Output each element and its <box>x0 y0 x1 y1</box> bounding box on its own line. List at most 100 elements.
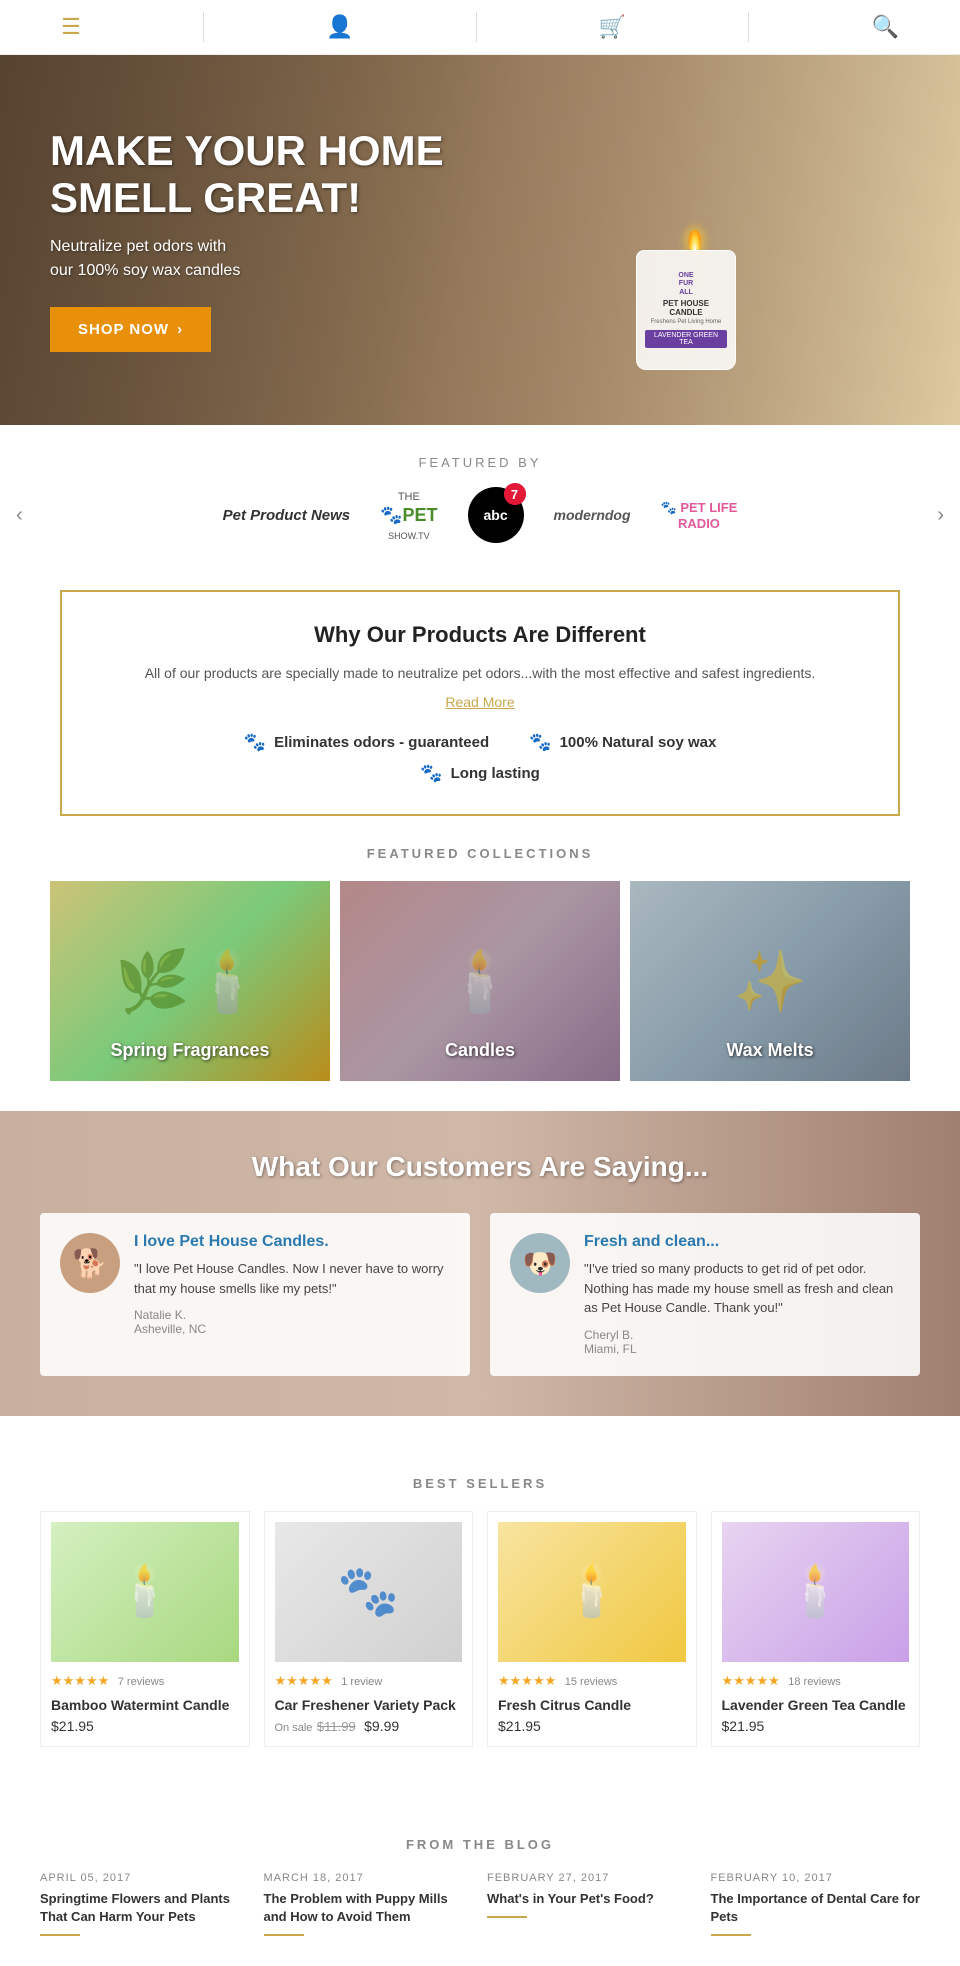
product-price-3: $21.95 <box>498 1718 686 1734</box>
testimonial-title-2: Fresh and clean... <box>584 1233 900 1251</box>
hero-title: MAKE YOUR HOME SMELL GREAT! <box>50 128 478 220</box>
paw-icon-2: 🐾 <box>529 732 551 753</box>
blog-card-4[interactable]: FEBRUARY 10, 2017 The Importance of Dent… <box>711 1872 921 1936</box>
product-rating-2: ★★★★★ 1 review <box>275 1672 463 1690</box>
logos-row: Pet Product News THE 🐾PET SHOW.TV abc 7 … <box>39 490 922 540</box>
product-price-4: $21.95 <box>722 1718 910 1734</box>
featured-by-label: FEATURED BY <box>0 455 960 470</box>
hero-subtitle: Neutralize pet odors withour 100% soy wa… <box>50 235 478 283</box>
collection-candles-label: Candles <box>340 1040 620 1061</box>
product-name-2: Car Freshener Variety Pack <box>275 1696 463 1714</box>
collection-spring-label: Spring Fragrances <box>50 1040 330 1061</box>
product-name-1: Bamboo Watermint Candle <box>51 1696 239 1714</box>
blog-divider-2 <box>264 1934 304 1936</box>
product-name-4: Lavender Green Tea Candle <box>722 1696 910 1714</box>
header-divider-3 <box>748 12 749 42</box>
why-feature-2: 🐾 100% Natural soy wax <box>529 732 716 753</box>
best-sellers-section: BEST SELLERS 🕯️ ★★★★★ 7 reviews Bamboo W… <box>0 1416 960 1777</box>
read-more-link[interactable]: Read More <box>445 694 514 710</box>
collections-grid: 🌿🕯️ Spring Fragrances 🕯️ Candles ✨ Wax M… <box>0 881 960 1081</box>
why-feature-3: 🐾 Long lasting <box>420 763 540 784</box>
testimonial-content-1: I love Pet House Candles. "I love Pet Ho… <box>134 1233 450 1356</box>
collection-spring[interactable]: 🌿🕯️ Spring Fragrances <box>50 881 330 1081</box>
account-icon[interactable]: 👤 <box>326 14 353 40</box>
blog-date-4: FEBRUARY 10, 2017 <box>711 1872 921 1884</box>
product-card-1[interactable]: 🕯️ ★★★★★ 7 reviews Bamboo Watermint Cand… <box>40 1511 250 1747</box>
testimonials-title: What Our Customers Are Saying... <box>40 1151 920 1183</box>
testimonial-author-2: Cheryl B. Miami, FL <box>584 1328 900 1356</box>
menu-icon[interactable]: ☰ <box>61 14 81 40</box>
logos-next-button[interactable]: › <box>921 504 960 527</box>
testimonial-author-1: Natalie K. Asheville, NC <box>134 1308 450 1336</box>
hero-candle-image: ONEFURALL PET HOUSECANDLE Freshens Pet L… <box>576 90 816 390</box>
logo-pet-life-radio: 🐾 PET LIFERADIO <box>661 490 738 540</box>
paw-icon-1: 🐾 <box>244 732 266 753</box>
blog-divider-3 <box>487 1916 527 1918</box>
blog-date-1: APRIL 05, 2017 <box>40 1872 250 1884</box>
blog-date-2: MARCH 18, 2017 <box>264 1872 474 1884</box>
header: ☰ 👤 🛒 🔍 <box>0 0 960 55</box>
testimonials-grid: 🐕 I love Pet House Candles. "I love Pet … <box>40 1213 920 1376</box>
hero-section: MAKE YOUR HOME SMELL GREAT! Neutralize p… <box>0 55 960 425</box>
candle-scent-label: LAVENDER GREEN TEA <box>645 330 727 348</box>
header-divider-2 <box>476 12 477 42</box>
testimonial-avatar-1: 🐕 <box>60 1233 120 1293</box>
cart-icon[interactable]: 🛒 <box>599 14 626 40</box>
product-price-2: On sale $11.99 $9.99 <box>275 1718 463 1736</box>
candle-flame <box>689 230 701 250</box>
collection-wax[interactable]: ✨ Wax Melts <box>630 881 910 1081</box>
why-section: Why Our Products Are Different All of ou… <box>0 590 960 816</box>
product-card-2[interactable]: 🐾 ★★★★★ 1 review Car Freshener Variety P… <box>264 1511 474 1747</box>
blog-post-title-4: The Importance of Dental Care for Pets <box>711 1890 921 1926</box>
why-features: 🐾 Eliminates odors - guaranteed 🐾 100% N… <box>102 732 858 753</box>
testimonials-section: What Our Customers Are Saying... 🐕 I lov… <box>0 1111 960 1416</box>
hero-content: MAKE YOUR HOME SMELL GREAT! Neutralize p… <box>0 88 528 391</box>
blog-date-3: FEBRUARY 27, 2017 <box>487 1872 697 1884</box>
product-price-1: $21.95 <box>51 1718 239 1734</box>
why-desc: All of our products are specially made t… <box>102 662 858 684</box>
search-icon[interactable]: 🔍 <box>871 14 898 40</box>
testimonial-text-2: "I've tried so many products to get rid … <box>584 1259 900 1318</box>
blog-card-1[interactable]: APRIL 05, 2017 Springtime Flowers and Pl… <box>40 1872 250 1936</box>
blog-card-2[interactable]: MARCH 18, 2017 The Problem with Puppy Mi… <box>264 1872 474 1936</box>
product-image-2: 🐾 <box>275 1522 463 1662</box>
blog-section: FROM THE BLOG APRIL 05, 2017 Springtime … <box>0 1777 960 1966</box>
logo-abc7: abc 7 <box>468 490 524 540</box>
header-divider-1 <box>203 12 204 42</box>
product-rating-1: ★★★★★ 7 reviews <box>51 1672 239 1690</box>
why-title: Why Our Products Are Different <box>102 622 858 648</box>
product-rating-3: ★★★★★ 15 reviews <box>498 1672 686 1690</box>
blog-card-3[interactable]: FEBRUARY 27, 2017 What's in Your Pet's F… <box>487 1872 697 1936</box>
logo-pet-product-news: Pet Product News <box>223 490 351 540</box>
featured-by-section: FEATURED BY ‹ Pet Product News THE 🐾PET … <box>0 425 960 570</box>
featured-logos-container: ‹ Pet Product News THE 🐾PET SHOW.TV abc … <box>0 490 960 540</box>
shop-now-button[interactable]: SHOP NOW › <box>50 307 211 352</box>
testimonial-content-2: Fresh and clean... "I've tried so many p… <box>584 1233 900 1356</box>
testimonial-text-1: "I love Pet House Candles. Now I never h… <box>134 1259 450 1298</box>
collection-candles[interactable]: 🕯️ Candles <box>340 881 620 1081</box>
why-features-row2: 🐾 Long lasting <box>102 763 858 784</box>
logos-prev-button[interactable]: ‹ <box>0 504 39 527</box>
blog-post-title-3: What's in Your Pet's Food? <box>487 1890 697 1908</box>
product-image-1: 🕯️ <box>51 1522 239 1662</box>
logo-pet-show-tv: THE 🐾PET SHOW.TV <box>380 490 437 540</box>
product-card-3[interactable]: 🕯️ ★★★★★ 15 reviews Fresh Citrus Candle … <box>487 1511 697 1747</box>
product-image-4: 🕯️ <box>722 1522 910 1662</box>
testimonial-title-1: I love Pet House Candles. <box>134 1233 450 1251</box>
blog-divider-1 <box>40 1934 80 1936</box>
blog-grid: APRIL 05, 2017 Springtime Flowers and Pl… <box>40 1872 920 1936</box>
testimonial-card-2: 🐶 Fresh and clean... "I've tried so many… <box>490 1213 920 1376</box>
blog-divider-4 <box>711 1934 751 1936</box>
product-rating-4: ★★★★★ 18 reviews <box>722 1672 910 1690</box>
collection-wax-label: Wax Melts <box>630 1040 910 1061</box>
product-card-4[interactable]: 🕯️ ★★★★★ 18 reviews Lavender Green Tea C… <box>711 1511 921 1747</box>
product-image-3: 🕯️ <box>498 1522 686 1662</box>
paw-icon-3: 🐾 <box>420 763 442 784</box>
blog-post-title-1: Springtime Flowers and Plants That Can H… <box>40 1890 250 1926</box>
candle-jar: ONEFURALL PET HOUSECANDLE Freshens Pet L… <box>636 250 736 370</box>
testimonial-card-1: 🐕 I love Pet House Candles. "I love Pet … <box>40 1213 470 1376</box>
why-feature-1: 🐾 Eliminates odors - guaranteed <box>244 732 489 753</box>
testimonial-avatar-2: 🐶 <box>510 1233 570 1293</box>
blog-title: FROM THE BLOG <box>40 1837 920 1852</box>
product-name-3: Fresh Citrus Candle <box>498 1696 686 1714</box>
